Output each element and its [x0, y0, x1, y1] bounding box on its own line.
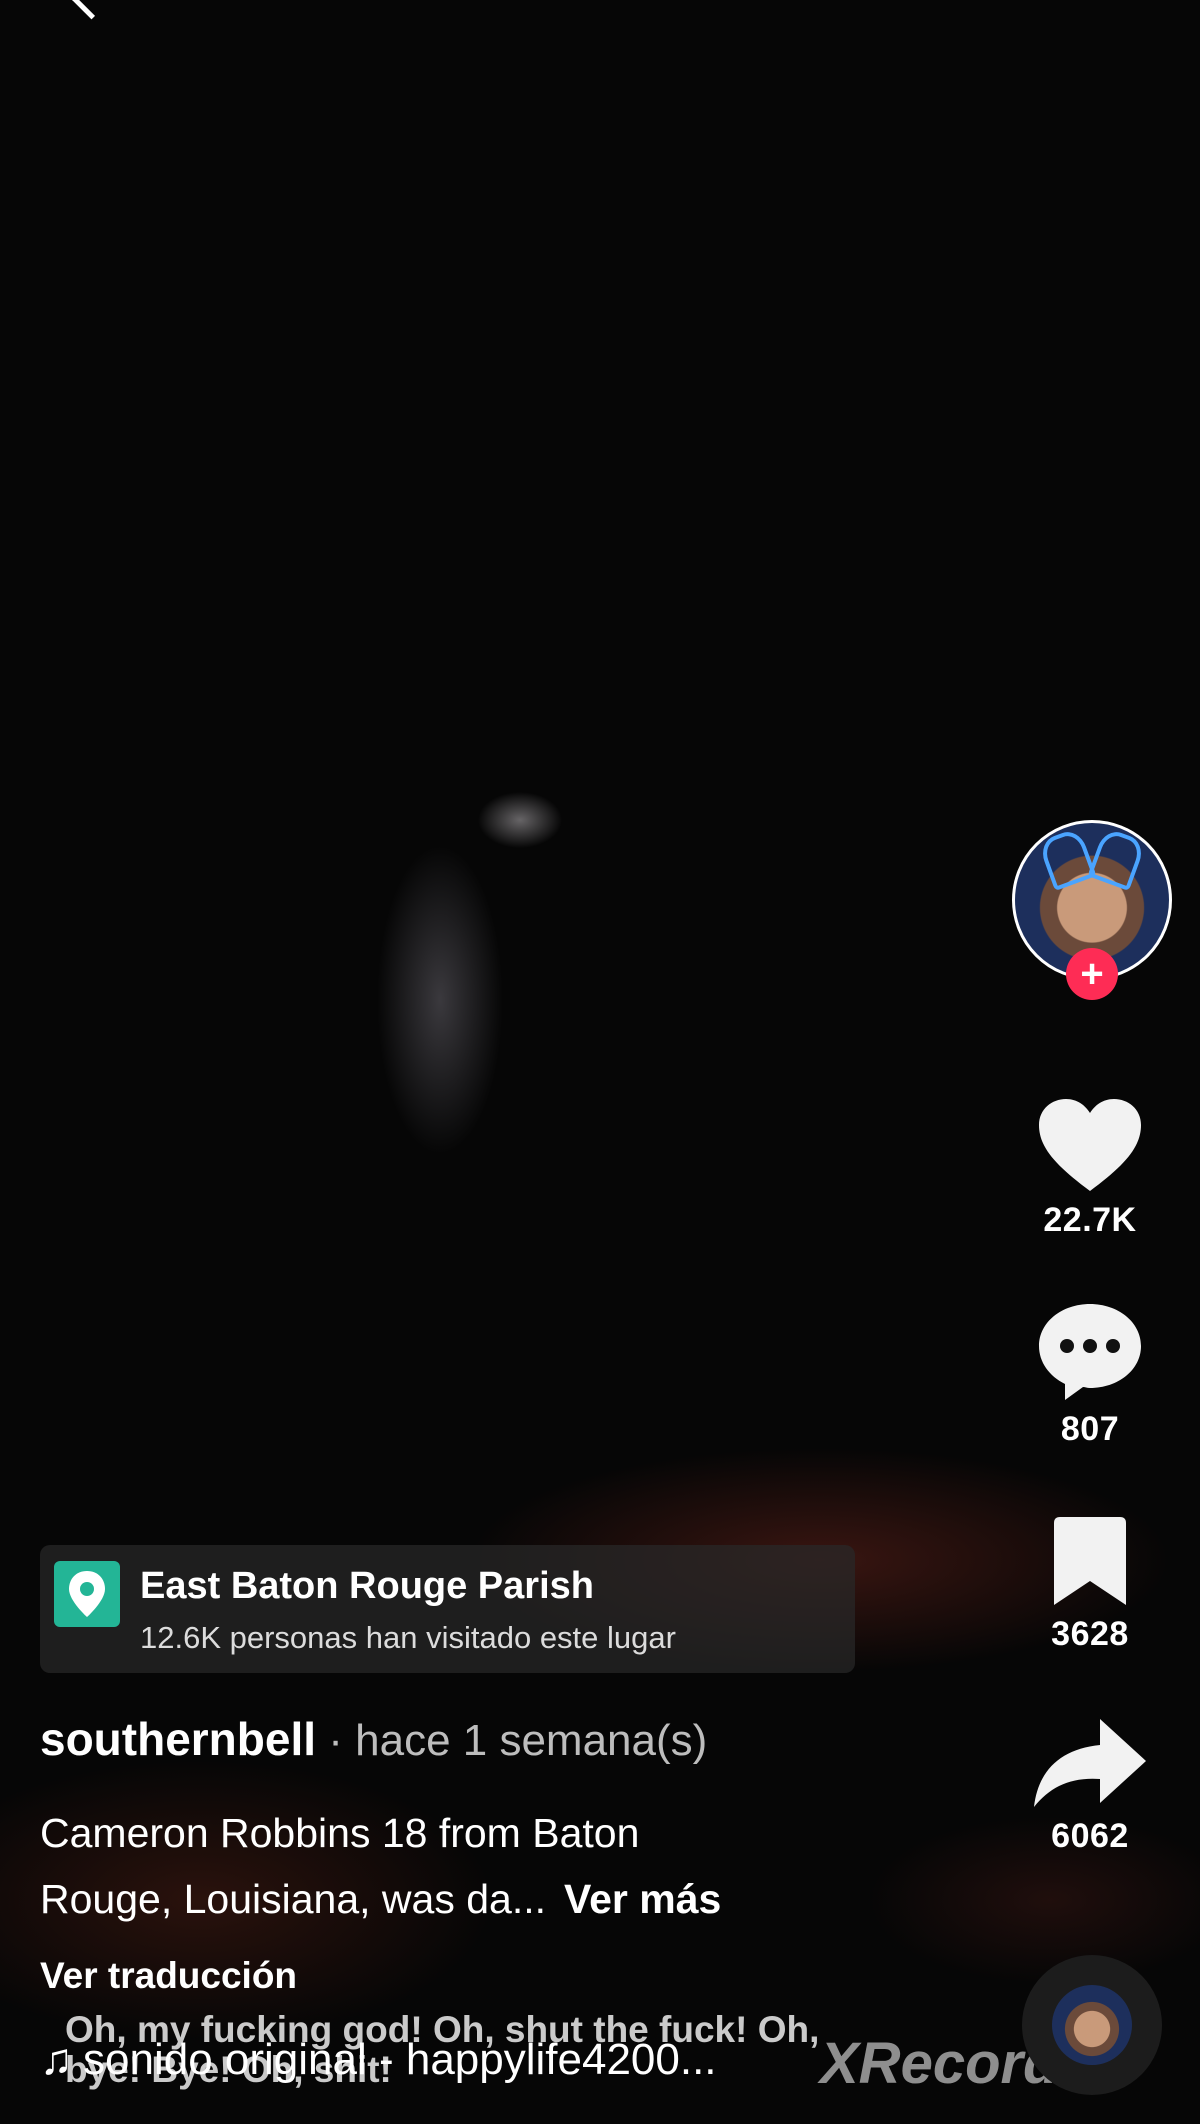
- comment-bubble-icon: [1039, 1304, 1141, 1400]
- music-disc-avatar: [1052, 1985, 1132, 2065]
- location-visits: 12.6K personas han visitado este lugar: [140, 1620, 676, 1655]
- caption: Cameron Robbins 18 from Baton Rouge, Lou…: [40, 1800, 880, 1932]
- share-arrow-icon: [1034, 1719, 1146, 1807]
- like-button[interactable]: 22.7K: [1010, 1095, 1170, 1240]
- music-label: sonido original - happylife4200...: [83, 2035, 717, 2084]
- bookmark-button[interactable]: 3628: [1010, 1515, 1170, 1654]
- bookmark-count: 3628: [1051, 1615, 1129, 1653]
- location-tag[interactable]: East Baton Rouge Parish 12.6K personas h…: [40, 1545, 855, 1673]
- comment-button[interactable]: 807: [1010, 1300, 1170, 1449]
- translate-button[interactable]: Ver traducción: [40, 1955, 297, 1997]
- author-line: southernbell · hace 1 semana(s): [40, 1712, 707, 1766]
- share-button[interactable]: 6062: [1010, 1715, 1170, 1856]
- like-count: 22.7K: [1043, 1201, 1137, 1239]
- heart-icon: [1039, 1099, 1141, 1191]
- caption-line: Rouge, Louisiana, was da... Ver más: [40, 1866, 880, 1932]
- location-name: East Baton Rouge Parish: [140, 1565, 594, 1607]
- share-count: 6062: [1051, 1817, 1129, 1855]
- location-pin-icon: [54, 1561, 120, 1627]
- music-note-icon: ♫: [40, 2035, 73, 2084]
- caption-line: Cameron Robbins 18 from Baton: [40, 1810, 640, 1856]
- creator-avatar-button[interactable]: +: [1012, 820, 1172, 1000]
- music-disc-button[interactable]: [1022, 1955, 1162, 2095]
- ear-decoration: [1087, 827, 1147, 891]
- ear-decoration: [1037, 827, 1097, 891]
- follow-button[interactable]: +: [1066, 948, 1118, 1000]
- music-track[interactable]: ♫ sonido original - happylife4200...: [40, 2035, 717, 2085]
- bookmark-icon: [1054, 1517, 1126, 1605]
- comment-count: 807: [1060, 1410, 1120, 1448]
- post-timestamp: · hace 1 semana(s): [316, 1716, 708, 1765]
- see-more-button[interactable]: Ver más: [564, 1876, 721, 1922]
- caption-text: Rouge, Louisiana, was da...: [40, 1876, 546, 1922]
- username-link[interactable]: southernbell: [40, 1713, 316, 1765]
